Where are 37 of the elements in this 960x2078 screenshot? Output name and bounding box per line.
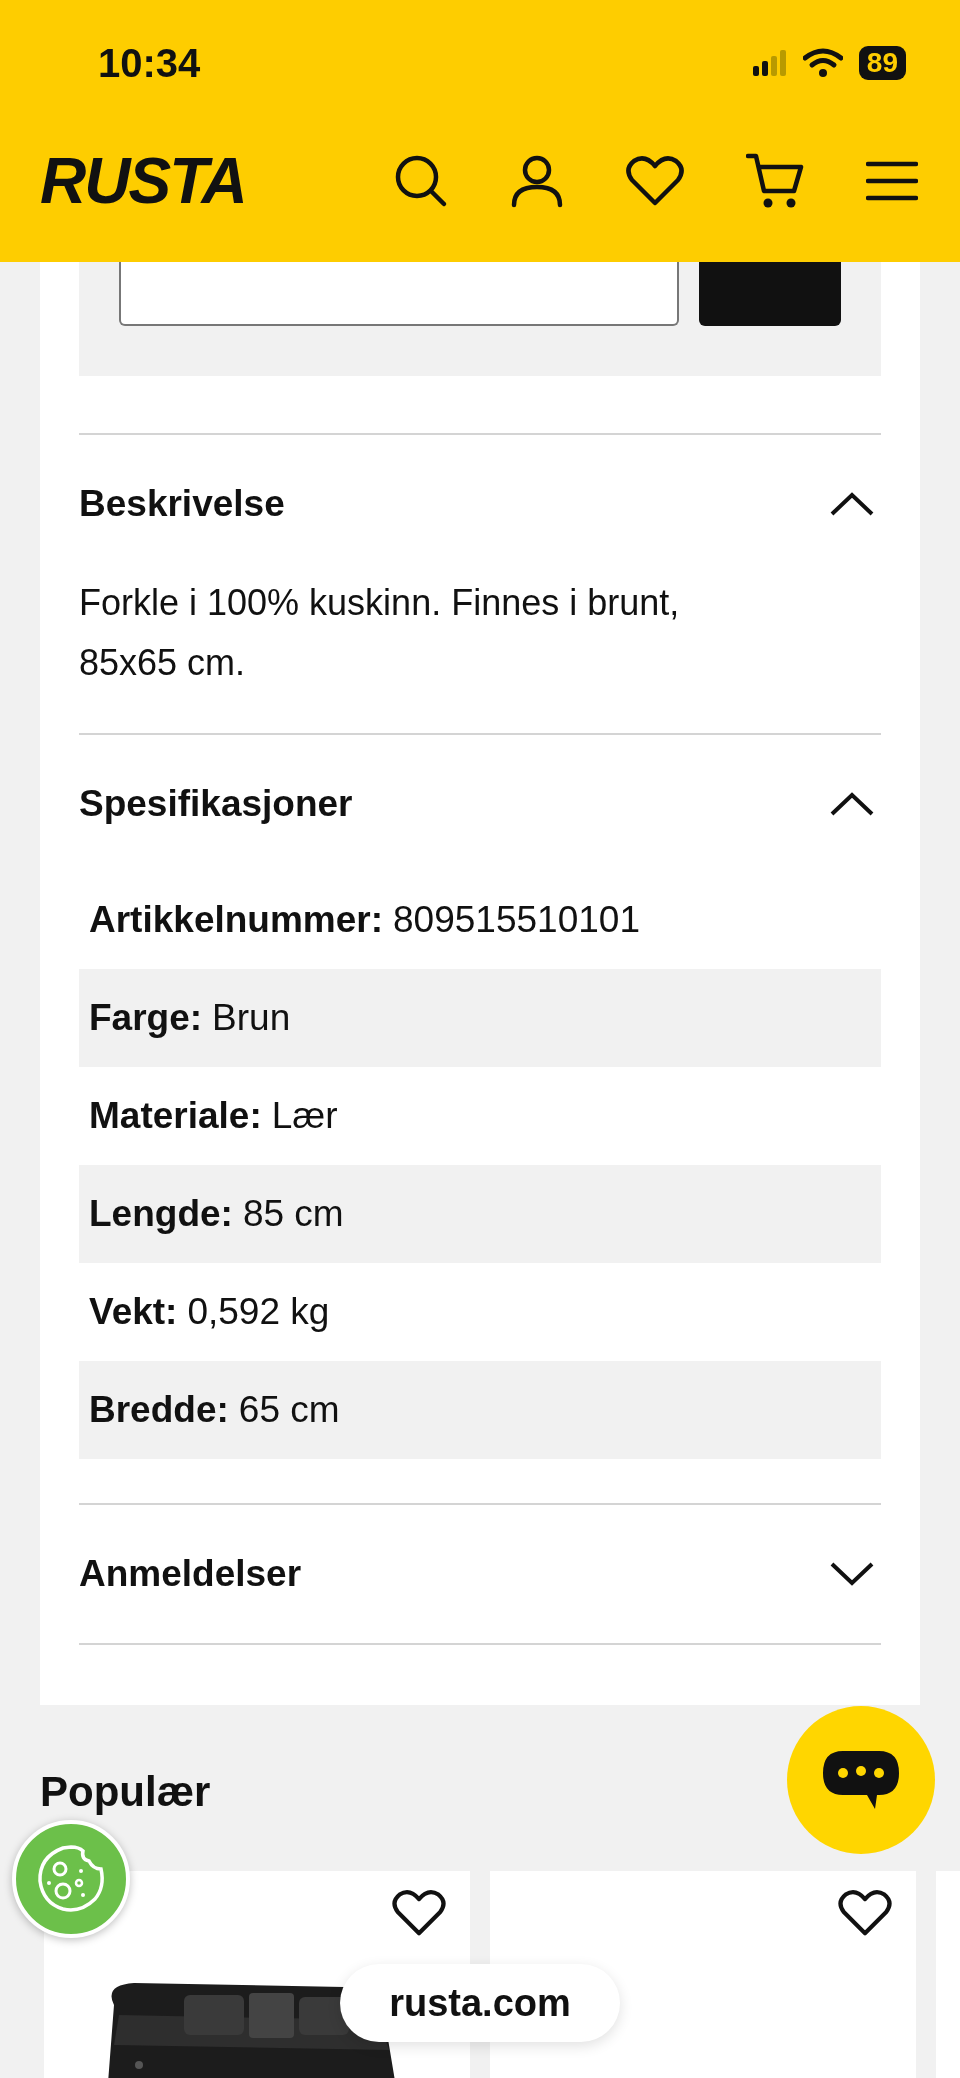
spec-label: Artikkelnummer: (89, 899, 384, 941)
section-title: Anmeldelser (79, 1553, 302, 1595)
section-heading: Populær (40, 1770, 211, 1814)
cart-icon[interactable] (746, 153, 804, 209)
spec-label: Farge: (89, 997, 203, 1039)
accordion-header[interactable]: Anmeldelser (79, 1505, 881, 1643)
spec-label: Materiale: (89, 1095, 262, 1137)
chat-icon (823, 1751, 899, 1809)
account-icon[interactable] (510, 154, 564, 208)
logo[interactable]: RUSTA (40, 144, 246, 218)
heart-icon[interactable] (838, 1889, 892, 1937)
accordion-header[interactable]: Beskrivelse (79, 435, 881, 573)
section-title: Spesifikasjoner (79, 783, 353, 825)
heart-icon[interactable] (392, 1889, 446, 1937)
spec-value: Lær (271, 1095, 338, 1137)
heart-icon[interactable] (626, 155, 684, 207)
spec-value: 0,592 kg (187, 1291, 330, 1333)
signal-icon (752, 50, 787, 76)
spec-label: Bredde: (89, 1389, 229, 1431)
search-icon[interactable] (394, 154, 448, 208)
address-toast[interactable]: rusta.com (340, 1964, 620, 2042)
spec-value: 65 cm (238, 1389, 340, 1431)
store-select[interactable] (119, 262, 679, 326)
spec-value: 809515510101 (393, 899, 640, 941)
spec-label: Vekt: (89, 1291, 178, 1333)
cookie-icon (35, 1843, 107, 1915)
wifi-icon (802, 48, 843, 78)
url-text: rusta.com (389, 1981, 571, 2025)
menu-icon[interactable] (866, 160, 918, 202)
accordion-header[interactable]: Spesifikasjoner (79, 735, 881, 873)
clock-time: 10:34 (98, 40, 201, 86)
battery-level: 89 (858, 46, 906, 80)
description-text: Forkle i 100% kuskinn. Finnes i brunt, 85x65 cm. (79, 581, 681, 685)
section-title: Beskrivelse (79, 483, 285, 525)
spec-value: Brun (212, 997, 291, 1039)
spec-label: Lengde: (89, 1193, 233, 1235)
spec-value: 85 cm (242, 1193, 344, 1235)
